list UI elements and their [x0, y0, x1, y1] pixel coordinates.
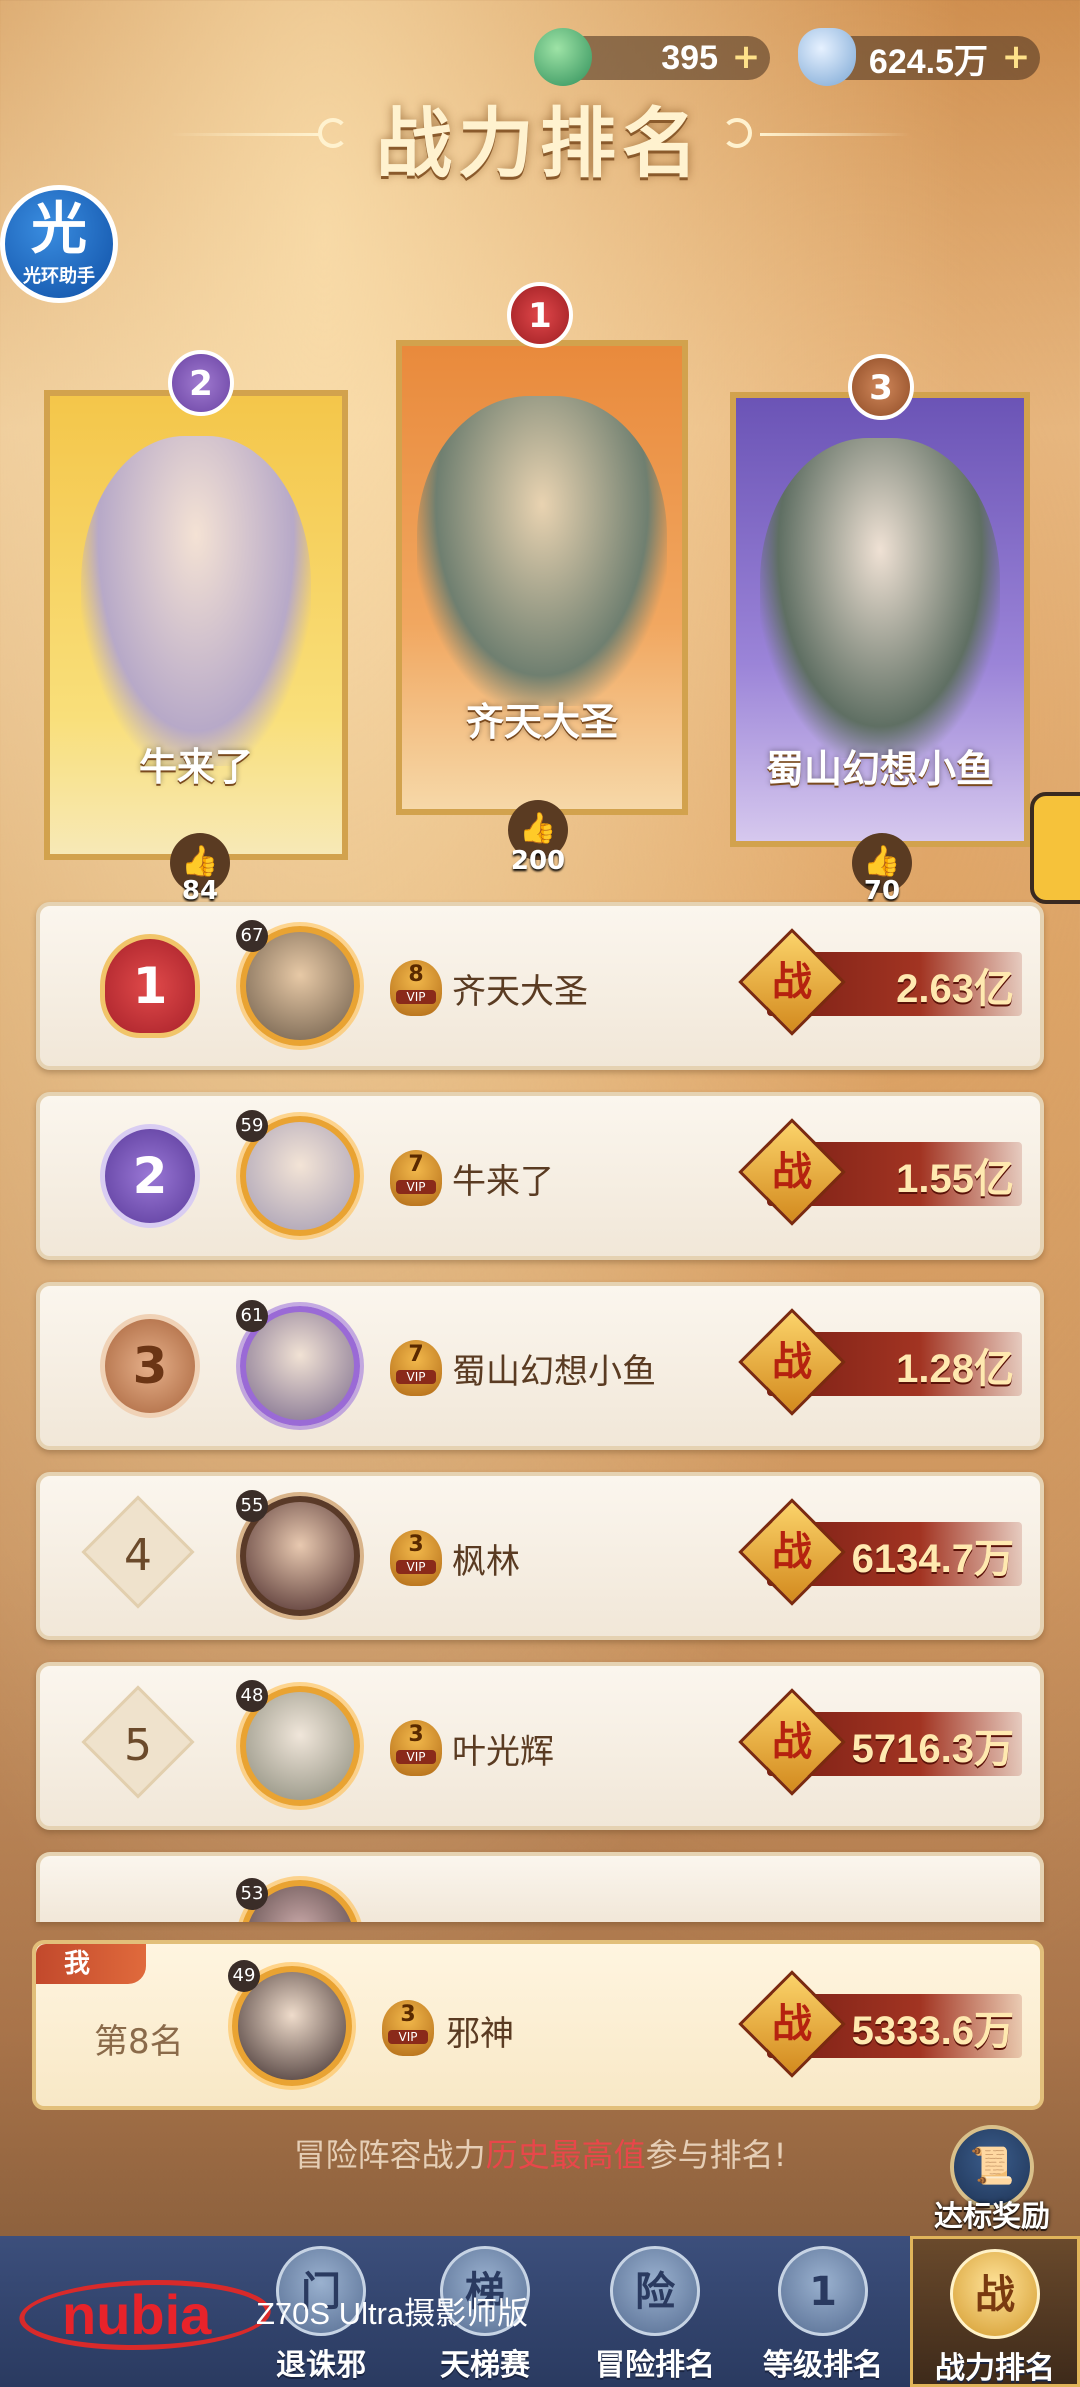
battle-power-value: 2.63亿: [896, 967, 1014, 1011]
character-portrait: [81, 436, 311, 766]
tab-level-rank[interactable]: 1 等级排名: [738, 2236, 908, 2387]
battle-power-value: 5333.6万: [851, 2009, 1014, 2053]
player-name: 牛来了: [452, 1162, 554, 1202]
helper-assistant-button[interactable]: 光 光环助手: [0, 185, 118, 303]
ranking-row[interactable]: 1 67 8 VIP 齐天大圣 战 2.63亿: [36, 902, 1044, 1070]
battle-power-icon: 战: [738, 1308, 846, 1416]
tip-highlight: 历史最高值: [485, 2136, 646, 2174]
podium-first[interactable]: 齐天大圣: [396, 340, 688, 815]
player-name: 蜀山幻想小鱼: [452, 1352, 656, 1392]
battle-power-value: 5716.3万: [851, 1727, 1014, 1771]
nubia-brand: nubia: [62, 2283, 212, 2346]
camera-watermark: Z70S Ultra摄影师版: [256, 2296, 529, 2331]
rank-medal-3: 3: [848, 354, 914, 420]
ranking-row-partial[interactable]: 53: [36, 1852, 1044, 1922]
rank-number: 5: [81, 1685, 195, 1799]
player-name: 枫林: [452, 1542, 520, 1582]
side-drawer-tab[interactable]: [1030, 792, 1080, 904]
vip-badge: 3 VIP: [390, 1720, 442, 1776]
player-name: 齐天大圣: [452, 972, 588, 1012]
rank-medal-2: 2: [168, 350, 234, 416]
level-badge: 53: [236, 1878, 268, 1910]
podium-name: 齐天大圣: [465, 700, 618, 744]
add-silver-button[interactable]: +: [1000, 40, 1032, 74]
battle-power-icon: 战: [738, 1118, 846, 1226]
tab-adventure-rank[interactable]: 险 冒险排名: [570, 2236, 740, 2387]
like-count: 200: [510, 846, 566, 876]
battle-power-value: 6134.7万: [851, 1537, 1014, 1581]
jade-currency: 395 +: [534, 28, 770, 86]
level-badge: 61: [236, 1300, 268, 1332]
vip-badge: 3 VIP: [390, 1530, 442, 1586]
title-divider-right: [760, 133, 910, 136]
level-badge: 55: [236, 1490, 268, 1522]
battle-power-icon: 战: [738, 928, 846, 1036]
jade-amount: 395: [661, 38, 718, 77]
player-name: 叶光辉: [452, 1732, 554, 1772]
character-portrait: [760, 438, 1000, 758]
ranking-row[interactable]: 4 55 3 VIP 枫林 战 6134.7万: [36, 1472, 1044, 1640]
vip-badge: 8 VIP: [390, 960, 442, 1016]
adventure-icon: 险: [610, 2246, 700, 2336]
level-badge: 48: [236, 1680, 268, 1712]
tab-power-rank[interactable]: 战 战力排名: [910, 2236, 1080, 2387]
rank-medal-3: 3: [100, 1314, 200, 1418]
podium-name: 牛来了: [138, 745, 253, 789]
rank-number: 4: [81, 1495, 195, 1609]
battle-power-value: 1.28亿: [896, 1347, 1014, 1391]
page-title: 战力排名: [376, 99, 704, 188]
ranking-row[interactable]: 5 48 3 VIP 叶光辉 战 5716.3万: [36, 1662, 1044, 1830]
vip-badge: 7 VIP: [390, 1340, 442, 1396]
nubia-logo: nubia: [0, 2270, 283, 2360]
vip-badge: 7 VIP: [390, 1150, 442, 1206]
ranking-tip: 冒险阵容战力历史最高值参与排名!: [293, 2136, 787, 2174]
rank-medal-1: 1: [507, 282, 573, 348]
rank-medal-2: 2: [100, 1124, 200, 1228]
silver-ingot-icon: [798, 28, 856, 86]
helper-label: 光环助手: [23, 266, 95, 287]
battle-power-icon: 战: [738, 1498, 846, 1606]
ranking-row[interactable]: 3 61 7 VIP 蜀山幻想小鱼 战 1.28亿: [36, 1282, 1044, 1450]
reward-button-label[interactable]: 达标奖励: [900, 2193, 1080, 2235]
podium-name: 蜀山幻想小鱼: [765, 747, 994, 791]
me-tag: 我: [36, 1944, 146, 1984]
character-portrait: [417, 396, 667, 706]
my-rank-label: 第8名: [94, 2022, 184, 2062]
crossed-swords-icon: 战: [950, 2249, 1040, 2339]
my-rank-row[interactable]: 我 第8名 49 3 VIP 邪神 战 5333.6万: [32, 1940, 1044, 2110]
level-badge: 49: [228, 1960, 260, 1992]
add-jade-button[interactable]: +: [730, 40, 762, 74]
level-badge: 59: [236, 1110, 268, 1142]
jade-icon: [534, 28, 592, 86]
battle-power-icon: 战: [738, 1688, 846, 1796]
podium-third[interactable]: 蜀山幻想小鱼: [730, 392, 1030, 847]
battle-power-icon: 战: [738, 1970, 846, 2078]
level-shield-icon: 1: [778, 2246, 868, 2336]
silver-amount: 624.5万: [868, 42, 988, 81]
vip-badge: 3 VIP: [382, 2000, 434, 2056]
ranking-row[interactable]: 2 59 7 VIP 牛来了 战 1.55亿: [36, 1092, 1044, 1260]
moon-ornament-icon: [722, 118, 752, 148]
podium-second[interactable]: 牛来了: [44, 390, 348, 860]
battle-power-value: 1.55亿: [896, 1157, 1014, 1201]
helper-icon: 光: [31, 197, 87, 262]
level-badge: 67: [236, 920, 268, 952]
rank-medal-1: 1: [100, 934, 200, 1038]
silver-currency: 624.5万 +: [798, 28, 1040, 86]
player-name: 邪神: [446, 2014, 514, 2054]
